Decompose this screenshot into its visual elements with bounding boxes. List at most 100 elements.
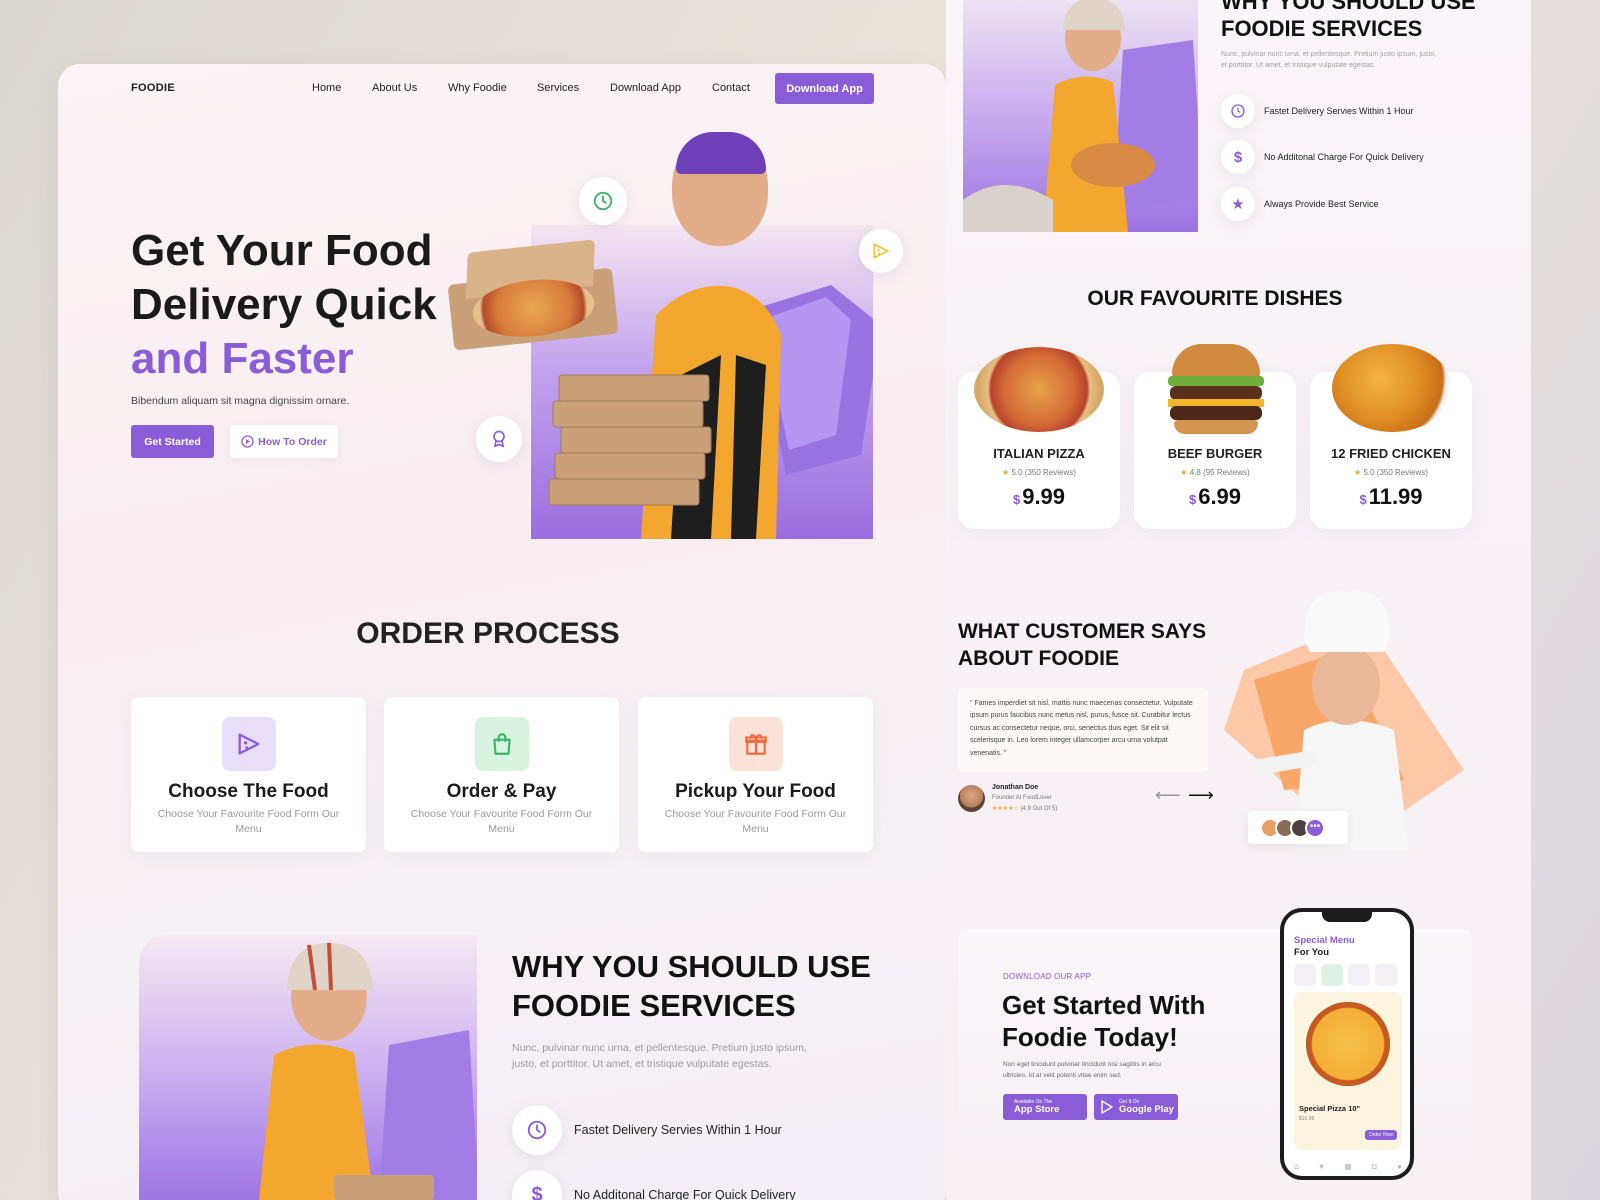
dish-name: BEEF BURGER bbox=[1167, 446, 1263, 461]
phone-heading-2: For You bbox=[1294, 947, 1330, 958]
app-store-button[interactable]: Available On The App Store bbox=[1003, 1094, 1087, 1120]
why-title-line2: FOODIE SERVICES bbox=[1221, 16, 1423, 41]
cart-icon[interactable]: ◘ bbox=[1372, 1162, 1377, 1171]
chef-image bbox=[1224, 580, 1472, 850]
download-description: Non eget tincidunt pulvinar tincidunt ni… bbox=[1003, 1061, 1161, 1079]
why-title-line1: WHY YOU SHOULD USE bbox=[512, 949, 871, 984]
nav-contact[interactable]: Contact bbox=[712, 82, 750, 94]
grid-icon[interactable]: ▦ bbox=[1344, 1162, 1352, 1171]
dish-price: $11.99 bbox=[1359, 484, 1423, 509]
phone-item-price: $16.99 bbox=[1299, 1116, 1315, 1122]
dish-reviews: ★ 5.0 (350 Reviews) bbox=[1354, 468, 1428, 477]
hero-title: Get Your Food Delivery Quick and Faster bbox=[131, 224, 437, 386]
step-desc: Choose Your Favourite Food Form Our Menu bbox=[410, 808, 593, 835]
dish-card-burger[interactable]: BEEF BURGER ★ 4.8 (95 Reviews) $6.99 bbox=[1134, 344, 1296, 529]
nav-why[interactable]: Why Foodie bbox=[448, 82, 507, 94]
nav-home[interactable]: Home bbox=[312, 82, 341, 94]
step-card-choose[interactable]: Choose The Food Choose Your Favourite Fo… bbox=[131, 697, 366, 852]
dish-reviews: ★ 4.8 (95 Reviews) bbox=[1180, 468, 1250, 477]
why-description: Nunc, pulvinar nunc urna, et pellentesqu… bbox=[512, 1042, 807, 1070]
why-feature-2: $ No Additonal Charge For Quick Delivery bbox=[512, 1170, 796, 1200]
shopping-bag-icon bbox=[493, 733, 511, 755]
feature-label: No Additonal Charge For Quick Delivery bbox=[1264, 152, 1424, 162]
testimonial-quote: " Fames imperdiet sit nisl, mattis nunc … bbox=[970, 700, 1193, 757]
why-title: WHY YOU SHOULD USE FOODIE SERVICES bbox=[512, 947, 871, 1025]
category-chip[interactable] bbox=[1375, 964, 1397, 986]
next-arrow-button[interactable]: ⟶ bbox=[1188, 786, 1214, 804]
get-started-button[interactable]: Get Started bbox=[131, 425, 214, 458]
phone-item-name: Special Pizza 10" bbox=[1299, 1104, 1361, 1113]
step-title: Choose The Food bbox=[168, 781, 329, 802]
dish-card-chicken[interactable]: 12 FRIED CHICKEN ★ 5.0 (350 Reviews) $11… bbox=[1310, 344, 1472, 529]
download-title: Get Started With Foodie Today! bbox=[1002, 989, 1205, 1053]
step-card-pickup[interactable]: Pickup Your Food Choose Your Favourite F… bbox=[638, 697, 873, 852]
feature-label: No Additonal Charge For Quick Delivery bbox=[574, 1188, 796, 1200]
download-app-button[interactable]: Download App bbox=[775, 73, 874, 104]
fried-chicken-image bbox=[1332, 344, 1452, 432]
profile-icon[interactable]: ● bbox=[1397, 1162, 1402, 1171]
phone-order-button[interactable]: Order Now bbox=[1364, 1130, 1397, 1140]
feature-label: Fastet Delivery Servies Within 1 Hour bbox=[574, 1123, 782, 1137]
nav-services[interactable]: Services bbox=[537, 82, 579, 94]
phone-heading-1: Special Menu bbox=[1294, 935, 1355, 946]
customer-avatars-badge: ••• bbox=[1248, 811, 1348, 844]
testimonial-rating: ★★★★☆ (4.9 Out Of 5) bbox=[992, 806, 1058, 812]
pizza-illustration bbox=[1306, 1002, 1390, 1086]
dish-price: $9.99 bbox=[1012, 484, 1066, 509]
why-delivery-image bbox=[139, 935, 477, 1200]
download-eyebrow: DOWNLOAD OUR APP bbox=[1003, 972, 1092, 981]
pizza-badge bbox=[859, 229, 903, 273]
clock-icon bbox=[527, 1120, 547, 1140]
google-play-button[interactable]: Get It On Google Play bbox=[1094, 1094, 1178, 1120]
more-icon: ••• bbox=[1305, 817, 1325, 838]
dish-name: 12 FRIED CHICKEN bbox=[1331, 446, 1451, 461]
category-chip[interactable] bbox=[1321, 964, 1343, 986]
why-feature-r2: $ No Additonal Charge For Quick Delivery bbox=[1221, 140, 1424, 174]
why-delivery-image-small bbox=[963, 0, 1198, 232]
award-badge bbox=[476, 416, 522, 462]
gift-icon bbox=[745, 734, 767, 755]
dish-reviews: ★ 5.0 (350 Reviews) bbox=[1002, 468, 1076, 477]
step-card-order[interactable]: Order & Pay Choose Your Favourite Food F… bbox=[384, 697, 619, 852]
pizza-box-image bbox=[444, 237, 623, 351]
app-store-big: App Store bbox=[1014, 1103, 1060, 1115]
burger-image bbox=[1168, 344, 1264, 436]
brand-logo[interactable]: FOODIE bbox=[131, 82, 175, 94]
heart-icon[interactable]: ♥ bbox=[1319, 1162, 1324, 1171]
testimonial-quote-card: " Fames imperdiet sit nisl, mattis nunc … bbox=[958, 688, 1208, 772]
testimonial-title-line2: ABOUT FOODIE bbox=[958, 647, 1119, 670]
feature-label: Fastet Delivery Servies Within 1 Hour bbox=[1264, 106, 1414, 116]
category-chip[interactable] bbox=[1348, 964, 1370, 986]
order-process-title: ORDER PROCESS bbox=[356, 617, 620, 650]
pizza-slice-icon bbox=[873, 243, 889, 259]
hero-subtitle: Bibendum aliquam sit magna dignissim orn… bbox=[131, 395, 350, 407]
play-icon bbox=[241, 435, 254, 448]
hero-title-line2: Delivery Quick bbox=[131, 280, 437, 329]
why-title-line1: WHY YOU SHOULD USE bbox=[1221, 0, 1476, 14]
nav-download[interactable]: Download App bbox=[610, 82, 681, 94]
how-to-order-button[interactable]: How To Order bbox=[230, 425, 338, 458]
dish-card-pizza[interactable]: ITALIAN PIZZA ★ 5.0 (350 Reviews) $9.99 bbox=[958, 347, 1120, 529]
testimonial-role: Founder At FoodLover bbox=[992, 795, 1052, 801]
why-title-right: WHY YOU SHOULD USE FOODIE SERVICES bbox=[1221, 0, 1476, 42]
award-icon bbox=[493, 430, 505, 448]
special-pizza-card[interactable]: Special Pizza 10" $16.99 Order Now bbox=[1294, 992, 1402, 1150]
pizza-slice-icon bbox=[238, 733, 260, 755]
prev-arrow-button[interactable]: ⟵ bbox=[1155, 786, 1181, 804]
dishes-title: OUR FAVOURITE DISHES bbox=[1087, 287, 1343, 310]
pizza-image bbox=[974, 347, 1104, 432]
why-feature-r1: Fastet Delivery Servies Within 1 Hour bbox=[1221, 94, 1414, 128]
step-title: Pickup Your Food bbox=[675, 781, 836, 802]
category-chip[interactable] bbox=[1294, 964, 1316, 986]
why-feature-r3: ★ Always Provide Best Service bbox=[1221, 187, 1379, 221]
download-title-line2: Foodie Today! bbox=[1002, 1022, 1178, 1052]
why-description-right: Nunc, pulvinar nunc urna, et pellentesqu… bbox=[1221, 51, 1437, 69]
why-title-line2: FOODIE SERVICES bbox=[512, 988, 796, 1023]
star-icon: ★ bbox=[1180, 468, 1190, 477]
testimonial-avatar bbox=[958, 785, 985, 812]
nav-about[interactable]: About Us bbox=[372, 82, 417, 94]
clock-icon bbox=[1231, 104, 1245, 118]
home-icon[interactable]: ⌂ bbox=[1294, 1162, 1299, 1171]
play-big: Google Play bbox=[1119, 1103, 1174, 1115]
testimonial-name: Jonathan Doe bbox=[992, 784, 1039, 791]
